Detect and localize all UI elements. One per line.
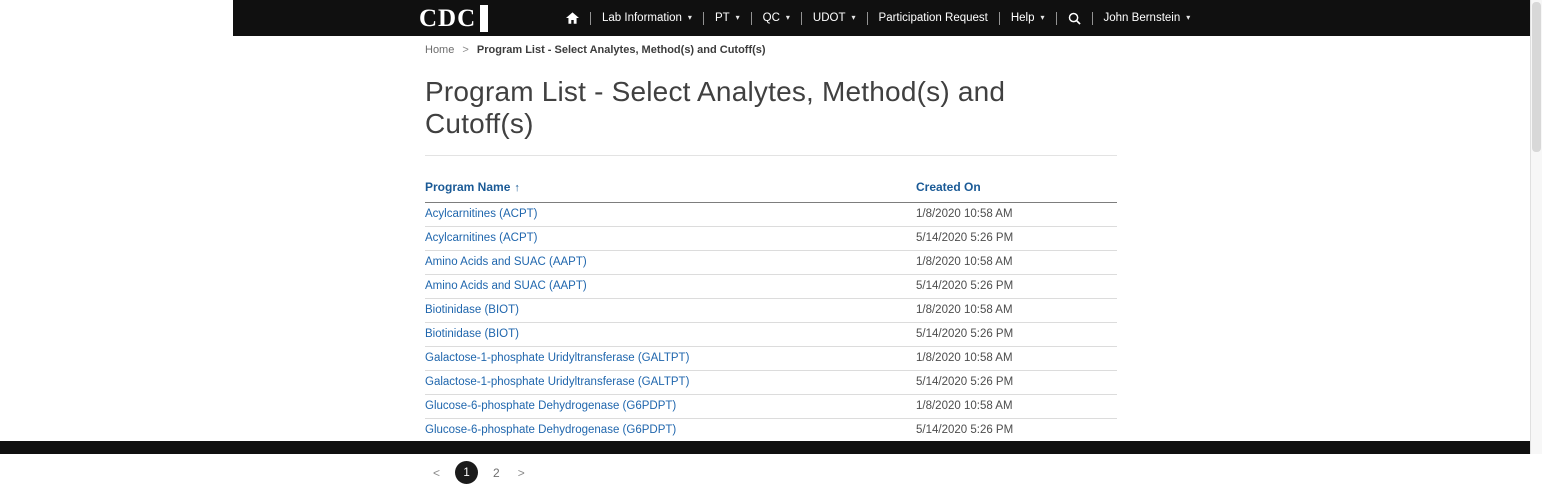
program-table: Program Name↑ Created On Acylcarnitines … <box>425 176 1117 443</box>
program-link[interactable]: Biotinidase (BIOT) <box>425 328 519 340</box>
table-row: Biotinidase (BIOT) 5/14/2020 5:26 PM <box>425 323 1117 347</box>
nav-user-label: John Bernstein <box>1104 12 1181 24</box>
created-on-cell: 1/8/2020 10:58 AM <box>916 299 1117 323</box>
nav-qc[interactable]: QC ▾ <box>752 0 801 36</box>
page-title: Program List - Select Analytes, Method(s… <box>425 76 1117 156</box>
program-link[interactable]: Glucose-6-phosphate Dehydrogenase (G6PDP… <box>425 400 676 412</box>
scrollbar-thumb[interactable] <box>1532 2 1541 152</box>
nav-help-label: Help <box>1011 12 1035 24</box>
caret-down-icon: ▾ <box>1041 14 1045 22</box>
nav-pt[interactable]: PT ▾ <box>704 0 751 36</box>
table-row: Biotinidase (BIOT) 1/8/2020 10:58 AM <box>425 299 1117 323</box>
breadcrumb: Home > Program List - Select Analytes, M… <box>425 44 1117 56</box>
nav-lab-information-label: Lab Information <box>602 12 682 24</box>
table-row: Glucose-6-phosphate Dehydrogenase (G6PDP… <box>425 419 1117 443</box>
nav-udot[interactable]: UDOT ▾ <box>802 0 867 36</box>
caret-down-icon: ▾ <box>736 14 740 22</box>
table-header-row: Program Name↑ Created On <box>425 176 1117 203</box>
created-on-cell: 1/8/2020 10:58 AM <box>916 395 1117 419</box>
nav-pt-label: PT <box>715 12 730 24</box>
created-on-cell: 5/14/2020 5:26 PM <box>916 371 1117 395</box>
search-icon <box>1068 12 1081 25</box>
breadcrumb-home-link[interactable]: Home <box>425 44 454 56</box>
created-on-cell: 1/8/2020 10:58 AM <box>916 203 1117 227</box>
caret-down-icon: ▾ <box>852 14 856 22</box>
cdc-logo-text: CDC <box>419 6 476 31</box>
nav-search[interactable] <box>1057 0 1092 36</box>
program-link[interactable]: Acylcarnitines (ACPT) <box>425 208 537 220</box>
table-row: Glucose-6-phosphate Dehydrogenase (G6PDP… <box>425 395 1117 419</box>
footer-bar <box>0 441 1530 454</box>
caret-down-icon: ▾ <box>1186 14 1190 22</box>
main-content: Home > Program List - Select Analytes, M… <box>425 44 1117 484</box>
nav-user-menu[interactable]: John Bernstein ▾ <box>1093 0 1202 36</box>
nav-lab-information[interactable]: Lab Information ▾ <box>591 0 703 36</box>
created-on-cell: 5/14/2020 5:26 PM <box>916 419 1117 443</box>
column-header-created-on[interactable]: Created On <box>916 176 1117 203</box>
table-row: Galactose-1-phosphate Uridyltransferase … <box>425 371 1117 395</box>
table-row: Galactose-1-phosphate Uridyltransferase … <box>425 347 1117 371</box>
main-nav: Lab Information ▾ PT ▾ QC ▾ UDOT ▾ Parti… <box>555 0 1201 36</box>
breadcrumb-separator: > <box>462 44 468 56</box>
program-link[interactable]: Amino Acids and SUAC (AAPT) <box>425 256 587 268</box>
program-link[interactable]: Acylcarnitines (ACPT) <box>425 232 537 244</box>
caret-down-icon: ▾ <box>688 14 692 22</box>
cdc-logo[interactable]: CDC <box>419 3 488 33</box>
home-icon <box>566 12 579 24</box>
column-header-program-name[interactable]: Program Name↑ <box>425 176 916 203</box>
pagination-page-1-active[interactable]: 1 <box>455 461 478 484</box>
sort-asc-icon: ↑ <box>514 182 520 194</box>
top-nav-bar: CDC Lab Information ▾ PT ▾ QC ▾ UDOT ▾ <box>233 0 1530 36</box>
cdc-logo-block <box>480 5 488 32</box>
table-row: Amino Acids and SUAC (AAPT) 1/8/2020 10:… <box>425 251 1117 275</box>
program-link[interactable]: Amino Acids and SUAC (AAPT) <box>425 280 587 292</box>
pagination-prev-button[interactable]: < <box>430 466 443 480</box>
vertical-scrollbar[interactable] <box>1530 0 1542 454</box>
created-on-cell: 1/8/2020 10:58 AM <box>916 347 1117 371</box>
nav-udot-label: UDOT <box>813 12 846 24</box>
program-link[interactable]: Galactose-1-phosphate Uridyltransferase … <box>425 376 689 388</box>
pagination: < 1 2 > <box>430 461 1117 484</box>
nav-participation-request-label: Participation Request <box>879 12 988 24</box>
program-link[interactable]: Glucose-6-phosphate Dehydrogenase (G6PDP… <box>425 424 676 436</box>
program-link[interactable]: Biotinidase (BIOT) <box>425 304 519 316</box>
created-on-cell: 5/14/2020 5:26 PM <box>916 227 1117 251</box>
program-link[interactable]: Galactose-1-phosphate Uridyltransferase … <box>425 352 689 364</box>
created-on-cell: 5/14/2020 5:26 PM <box>916 323 1117 347</box>
nav-home[interactable] <box>555 0 590 36</box>
table-row: Amino Acids and SUAC (AAPT) 5/14/2020 5:… <box>425 275 1117 299</box>
pagination-next-button[interactable]: > <box>515 466 528 480</box>
table-row: Acylcarnitines (ACPT) 5/14/2020 5:26 PM <box>425 227 1117 251</box>
nav-participation-request[interactable]: Participation Request <box>868 0 999 36</box>
created-on-cell: 5/14/2020 5:26 PM <box>916 275 1117 299</box>
table-row: Acylcarnitines (ACPT) 1/8/2020 10:58 AM <box>425 203 1117 227</box>
breadcrumb-current: Program List - Select Analytes, Method(s… <box>477 44 766 56</box>
nav-qc-label: QC <box>763 12 780 24</box>
created-on-cell: 1/8/2020 10:58 AM <box>916 251 1117 275</box>
nav-help[interactable]: Help ▾ <box>1000 0 1056 36</box>
pagination-page-2[interactable]: 2 <box>490 466 503 480</box>
caret-down-icon: ▾ <box>786 14 790 22</box>
